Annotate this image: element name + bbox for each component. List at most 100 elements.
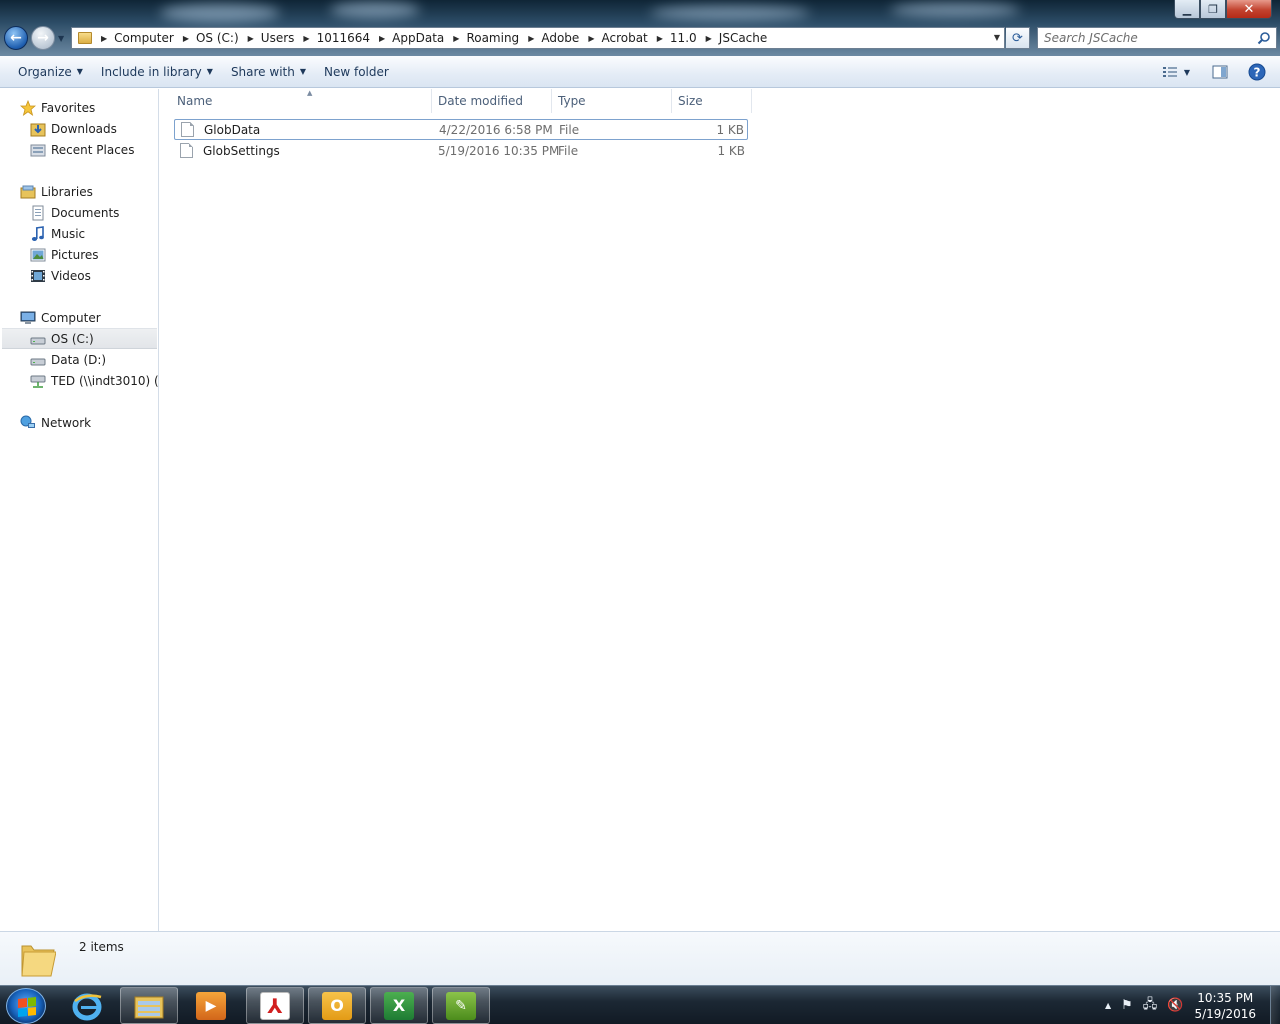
column-header-size[interactable]: Size [672, 89, 752, 113]
libraries-icon [20, 184, 36, 200]
breadcrumb-item[interactable]: ▶ AppData [372, 28, 446, 48]
new-folder-button[interactable]: New folder [315, 57, 398, 87]
system-tray: ▲ ⚑ 🖧 🔇 10:35 PM 5/19/2016 [1100, 986, 1280, 1024]
nav-item-label: Computer [41, 310, 101, 325]
column-header-date-label: Date modified [438, 94, 524, 108]
breadcrumb-label: Adobe [541, 31, 580, 45]
nav-item-downloads[interactable]: Downloads [30, 118, 117, 139]
nav-item-ted-indt3010-z[interactable]: TED (\\indt3010) (Z:) [30, 370, 158, 391]
breadcrumb-separator-icon[interactable]: ▶ [446, 34, 466, 43]
refresh-button[interactable]: ⟳ [1006, 27, 1030, 49]
organize-label: Organize [18, 64, 72, 79]
breadcrumb-separator-icon[interactable]: ▶ [581, 34, 601, 43]
breadcrumb-item[interactable]: ▶ Roaming [446, 28, 521, 48]
breadcrumb-separator-icon[interactable]: ▶ [650, 34, 670, 43]
breadcrumb-separator-icon[interactable]: ▶ [521, 34, 541, 43]
column-header-type[interactable]: Type [552, 89, 672, 113]
nav-item-documents[interactable]: Documents [30, 202, 119, 223]
breadcrumb-item[interactable]: ▶ Acrobat [581, 28, 649, 48]
forward-button[interactable]: → [31, 26, 55, 50]
file-date-modified: 4/22/2016 6:58 PM [439, 122, 553, 137]
nav-item-label: Downloads [51, 121, 117, 136]
breadcrumb-separator-icon[interactable]: ▶ [296, 34, 316, 43]
toolbar-right-group: ▼ ? [1156, 56, 1272, 88]
nav-item-data-d[interactable]: Data (D:) [30, 349, 106, 370]
nav-item-favorites[interactable]: Favorites [20, 97, 95, 118]
volume-muted-icon[interactable]: 🔇 [1167, 998, 1183, 1013]
include-in-library-label: Include in library [100, 64, 202, 79]
adobe-reader-icon[interactable]: ⅄ [246, 987, 304, 1024]
window-controls: ▁ ❐ ✕ [1174, 0, 1272, 19]
breadcrumb-label: Roaming [466, 31, 520, 45]
breadcrumb-label: Computer [114, 31, 174, 45]
editor-icon[interactable]: ✎ [432, 987, 490, 1024]
close-button[interactable]: ✕ [1226, 0, 1272, 19]
nav-item-recent-places[interactable]: Recent Places [30, 139, 134, 160]
nav-item-libraries[interactable]: Libraries [20, 181, 93, 202]
clock[interactable]: 10:35 PM 5/19/2016 [1194, 990, 1256, 1022]
breadcrumb-separator-icon[interactable]: ▶ [94, 34, 114, 43]
breadcrumb-separator-icon[interactable]: ▶ [699, 34, 719, 43]
organize-button[interactable]: Organize ▼ [9, 57, 92, 87]
navigation-pane: Favorites Downloads Recent Places Libraries… [0, 89, 159, 931]
column-header-date-modified[interactable]: Date modified [432, 89, 552, 113]
view-options-icon[interactable] [1162, 65, 1178, 79]
nav-item-videos[interactable]: Videos [30, 265, 91, 286]
file-row[interactable]: GlobSettings 5/19/2016 10:35 PM File 1 KB [174, 140, 748, 161]
column-header-name[interactable]: Name ▲ [170, 89, 432, 113]
breadcrumb-item[interactable]: ▶ 11.0 [650, 28, 699, 48]
file-name: GlobData [204, 122, 261, 137]
share-with-button[interactable]: Share with ▼ [222, 57, 315, 87]
excel-icon[interactable]: X [370, 987, 428, 1024]
network-status-icon[interactable]: 🖧 [1143, 995, 1158, 1017]
breadcrumb-separator-icon[interactable]: ▶ [176, 34, 196, 43]
maximize-button[interactable]: ❐ [1200, 0, 1226, 19]
view-options-dropdown-icon[interactable]: ▼ [1184, 68, 1190, 77]
help-icon[interactable]: ? [1248, 63, 1266, 81]
breadcrumb-separator-icon[interactable]: ▶ [372, 34, 392, 43]
minimize-button[interactable]: ▁ [1174, 0, 1200, 19]
nav-item-os-c[interactable]: OS (C:) [2, 328, 157, 349]
videos-icon [30, 268, 46, 284]
breadcrumb-item[interactable]: ▶ JSCache [699, 28, 770, 48]
share-with-label: Share with [230, 64, 295, 79]
downloads-icon [30, 121, 46, 137]
include-in-library-button[interactable]: Include in library ▼ [92, 57, 222, 87]
search-box[interactable] [1037, 27, 1277, 49]
file-type: File [559, 122, 580, 137]
breadcrumb-item[interactable]: ▶ OS (C:) [176, 28, 241, 48]
details-pane: 2 items [0, 931, 1280, 985]
nav-item-pictures[interactable]: Pictures [30, 244, 99, 265]
back-button[interactable]: ← [4, 26, 28, 50]
pictures-icon [30, 247, 46, 263]
nav-item-label: Favorites [41, 100, 96, 115]
search-input[interactable] [1044, 31, 1254, 45]
start-button[interactable] [6, 988, 46, 1024]
file-row[interactable]: GlobData 4/22/2016 6:58 PM File 1 KB [174, 119, 748, 140]
breadcrumb-item[interactable]: ▶ Computer [94, 28, 176, 48]
show-hidden-icons-button[interactable]: ▲ [1105, 1001, 1111, 1010]
breadcrumb-separator-icon[interactable]: ▶ [241, 34, 261, 43]
action-center-flag-icon[interactable]: ⚑ [1121, 998, 1133, 1013]
breadcrumb-label: OS (C:) [195, 31, 239, 45]
recent-pages-dropdown[interactable]: ▼ [58, 34, 64, 43]
column-header-size-label: Size [678, 94, 703, 108]
breadcrumb-item[interactable]: ▶ Users [241, 28, 297, 48]
nav-item-music[interactable]: Music [30, 223, 85, 244]
internet-explorer-icon[interactable] [58, 987, 116, 1024]
column-header-type-label: Type [558, 94, 586, 108]
media-player-icon[interactable]: ▶ [182, 987, 240, 1024]
breadcrumb-item[interactable]: ▶ Adobe [521, 28, 581, 48]
outlook-icon[interactable]: O [308, 987, 366, 1024]
show-desktop-button[interactable] [1270, 986, 1280, 1024]
breadcrumb-item[interactable]: ▶ 1011664 [296, 28, 372, 48]
windows-explorer-icon[interactable] [120, 987, 178, 1024]
folder-icon [21, 945, 56, 977]
address-bar[interactable]: ▶ Computer ▶ OS (C:) ▶ Users ▶ 1011664 ▶ AppData ▶… [71, 27, 1005, 49]
search-icon[interactable] [1257, 31, 1271, 45]
documents-icon [30, 205, 46, 221]
nav-item-computer[interactable]: Computer [20, 307, 101, 328]
preview-pane-icon[interactable] [1212, 65, 1228, 79]
address-history-dropdown[interactable]: ▼ [994, 33, 1000, 42]
nav-item-network[interactable]: Network [20, 412, 91, 433]
